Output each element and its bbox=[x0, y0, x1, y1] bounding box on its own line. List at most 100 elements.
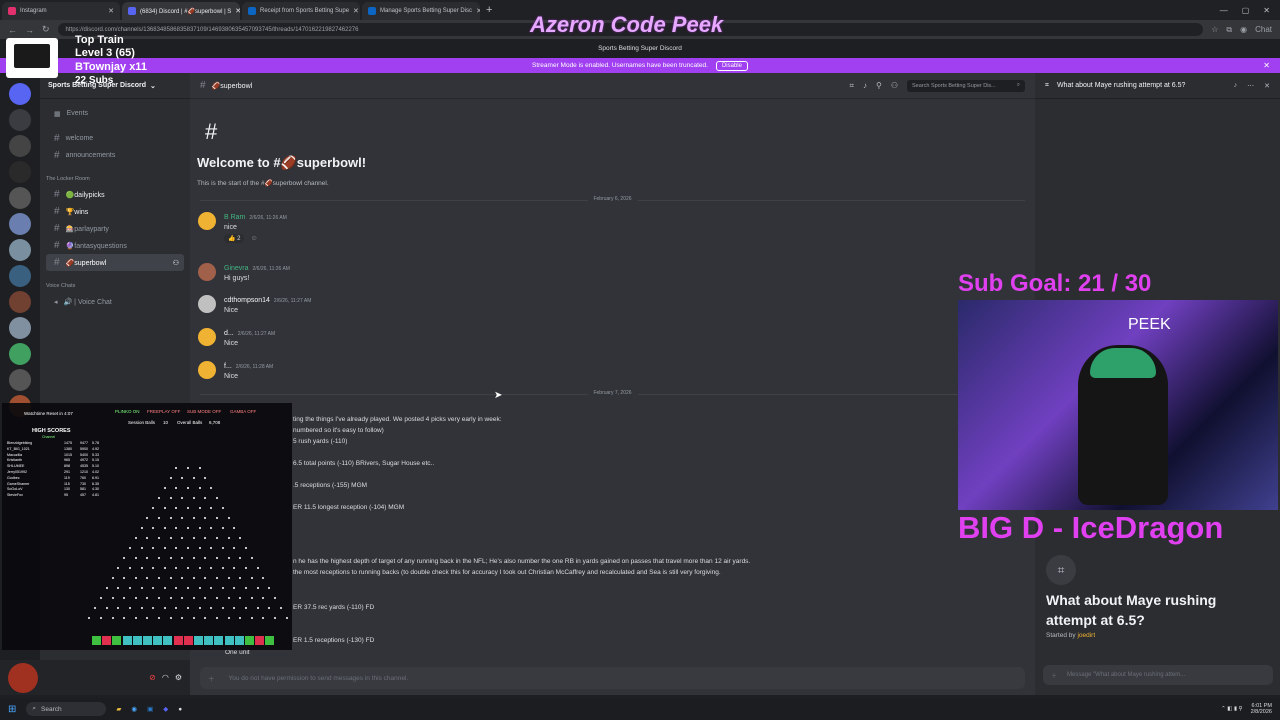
close-icon[interactable]: ✕ bbox=[353, 7, 359, 15]
reaction-chip[interactable]: 👍 2 bbox=[224, 234, 245, 243]
server-icon[interactable] bbox=[9, 265, 31, 287]
plinko-peg bbox=[221, 567, 224, 569]
close-icon[interactable]: ✕ bbox=[108, 7, 114, 15]
close-window-icon[interactable]: ✕ bbox=[1263, 6, 1270, 15]
close-icon[interactable]: ✕ bbox=[1264, 82, 1270, 90]
score-value: 581 bbox=[80, 487, 86, 492]
events-item[interactable]: ▦ Events bbox=[46, 105, 184, 122]
chat-button[interactable]: Chat bbox=[1255, 25, 1272, 35]
channel-welcome[interactable]: # welcome bbox=[46, 130, 184, 147]
reload-icon[interactable]: ↻ bbox=[42, 24, 50, 35]
maximize-icon[interactable]: ▢ bbox=[1242, 6, 1250, 15]
avatar[interactable] bbox=[198, 361, 216, 379]
bell-icon[interactable]: ♪ bbox=[863, 81, 867, 90]
gear-icon[interactable]: ⚙ bbox=[175, 673, 182, 682]
plinko-overlay: Watchtime Reset in 4:07 PLINKO ON FREEPL… bbox=[2, 403, 292, 650]
server-icon[interactable] bbox=[9, 135, 31, 157]
mute-icon[interactable]: ⊘ bbox=[149, 673, 156, 682]
welcome-subtitle: This is the start of the #🏈superbowl cha… bbox=[197, 180, 329, 187]
star-icon[interactable]: ☆ bbox=[1211, 25, 1218, 35]
thread-composer[interactable]: ＋ Message "What about Maye rushing attem… bbox=[1043, 665, 1273, 685]
headphones-icon[interactable]: ◠ bbox=[162, 673, 169, 682]
members-icon[interactable]: ⚇ bbox=[891, 81, 898, 90]
server-icon[interactable] bbox=[9, 239, 31, 261]
tab-receipt[interactable]: Receipt from Sports Betting Supe ✕ bbox=[242, 2, 360, 20]
pin-icon[interactable]: ⚲ bbox=[876, 81, 882, 90]
plinko-peg bbox=[181, 617, 184, 619]
obs-icon[interactable]: ● bbox=[178, 706, 182, 713]
message-author[interactable]: d... bbox=[224, 330, 234, 337]
avatar[interactable] bbox=[198, 328, 216, 346]
avatar[interactable] bbox=[8, 662, 38, 693]
category-voice[interactable]: Voice Chats bbox=[40, 279, 190, 293]
minimize-icon[interactable]: — bbox=[1220, 6, 1228, 15]
avatar[interactable] bbox=[198, 295, 216, 313]
post-line: ER 11.5 longest reception (-104) MGM bbox=[293, 504, 405, 511]
plinko-slot bbox=[245, 636, 254, 645]
plinko-peg bbox=[140, 607, 143, 609]
discord-icon[interactable]: ◆ bbox=[163, 705, 168, 713]
add-member-icon[interactable]: ⚇ bbox=[173, 259, 179, 267]
app-icon[interactable]: ▣ bbox=[147, 705, 153, 713]
server-name-header[interactable]: Sports Betting Super Discord ⌄ bbox=[40, 73, 190, 99]
plinko-peg bbox=[227, 577, 230, 579]
tray-icons[interactable]: ⌃ ◧ ▮ ⚲ bbox=[1221, 706, 1242, 712]
tab-manage[interactable]: Manage Sports Betting Super Disc ✕ bbox=[362, 2, 480, 20]
plus-icon[interactable]: ＋ bbox=[1051, 671, 1057, 680]
channel-parlayparty[interactable]: # 🎰parlayparty bbox=[46, 220, 184, 237]
plinko-peg bbox=[227, 617, 230, 619]
gamba-toggle: GAMBA OFF bbox=[230, 409, 257, 414]
close-icon[interactable]: ✕ bbox=[476, 7, 480, 15]
plinko-slot bbox=[173, 636, 183, 645]
plinko-peg bbox=[210, 587, 213, 589]
channel-fantasyquestions[interactable]: # 🔮fantasyquestions bbox=[46, 237, 184, 254]
thread-author[interactable]: joedirt bbox=[1077, 632, 1095, 639]
message-author[interactable]: f... bbox=[224, 363, 232, 370]
server-icon[interactable] bbox=[9, 317, 31, 339]
add-reaction-icon[interactable]: ☺ bbox=[250, 235, 257, 242]
tab-discord[interactable]: (6834) Discord | #🏈superbowl | S ✕ bbox=[122, 2, 240, 20]
server-icon[interactable] bbox=[9, 291, 31, 313]
taskbar-search[interactable]: ⌕ Search bbox=[26, 702, 107, 716]
server-icon[interactable] bbox=[9, 109, 31, 131]
message-author[interactable]: Ginevra bbox=[224, 265, 249, 272]
app-icon[interactable]: ▰ bbox=[116, 705, 121, 713]
chrome-icon[interactable]: ◉ bbox=[131, 705, 137, 713]
windows-start-icon[interactable]: ⊞ bbox=[8, 704, 16, 715]
server-icon[interactable] bbox=[9, 369, 31, 391]
bell-icon[interactable]: ♪ bbox=[1234, 82, 1238, 90]
close-icon[interactable]: ✕ bbox=[235, 7, 240, 15]
search-input[interactable]: Search Sports Betting Super Dis... ⌕ bbox=[907, 79, 1025, 92]
disable-streamer-button[interactable]: Disable bbox=[715, 60, 748, 71]
server-icon[interactable] bbox=[9, 187, 31, 209]
post-line: ting the things I've already played. We … bbox=[293, 416, 502, 423]
threads-icon[interactable]: ⌗ bbox=[849, 81, 854, 91]
message-author[interactable]: cdthompson14 bbox=[224, 297, 270, 304]
plus-icon[interactable]: ＋ bbox=[208, 673, 215, 683]
message-author[interactable]: B Ram bbox=[224, 214, 245, 221]
avatar[interactable] bbox=[198, 263, 216, 281]
channel-wins[interactable]: # 🏆wins bbox=[46, 203, 184, 220]
channel-dailypicks[interactable]: # 🟢dailypicks bbox=[46, 186, 184, 203]
plinko-peg bbox=[279, 607, 282, 609]
server-icon[interactable] bbox=[9, 343, 31, 365]
server-icon[interactable] bbox=[9, 213, 31, 235]
tab-instagram[interactable]: Instagram ✕ bbox=[2, 2, 120, 20]
server-icon[interactable] bbox=[9, 161, 31, 183]
server-icon[interactable] bbox=[9, 83, 31, 105]
profile-icon[interactable]: ◉ bbox=[1240, 25, 1247, 35]
new-tab-button[interactable]: + bbox=[486, 4, 492, 16]
score-value: 291 bbox=[64, 470, 70, 474]
channel-voice-chat[interactable]: ◂ 🔊 | Voice Chat bbox=[46, 293, 184, 310]
plinko-peg bbox=[175, 467, 178, 469]
extensions-icon[interactable]: ⧉ bbox=[1226, 25, 1232, 35]
message-composer[interactable]: ＋ You do not have permission to send mes… bbox=[200, 667, 1025, 689]
forward-icon[interactable]: → bbox=[25, 25, 34, 35]
avatar[interactable] bbox=[198, 212, 216, 230]
close-icon[interactable]: ✕ bbox=[1263, 61, 1270, 70]
category-locker-room[interactable]: The Locker Room bbox=[40, 172, 190, 186]
channel-announcements[interactable]: # announcements bbox=[46, 147, 184, 164]
more-icon[interactable]: ⋯ bbox=[1247, 82, 1254, 90]
channel-superbowl[interactable]: # 🏈superbowl ⚇ bbox=[46, 254, 184, 271]
back-icon[interactable]: ← bbox=[8, 25, 17, 35]
